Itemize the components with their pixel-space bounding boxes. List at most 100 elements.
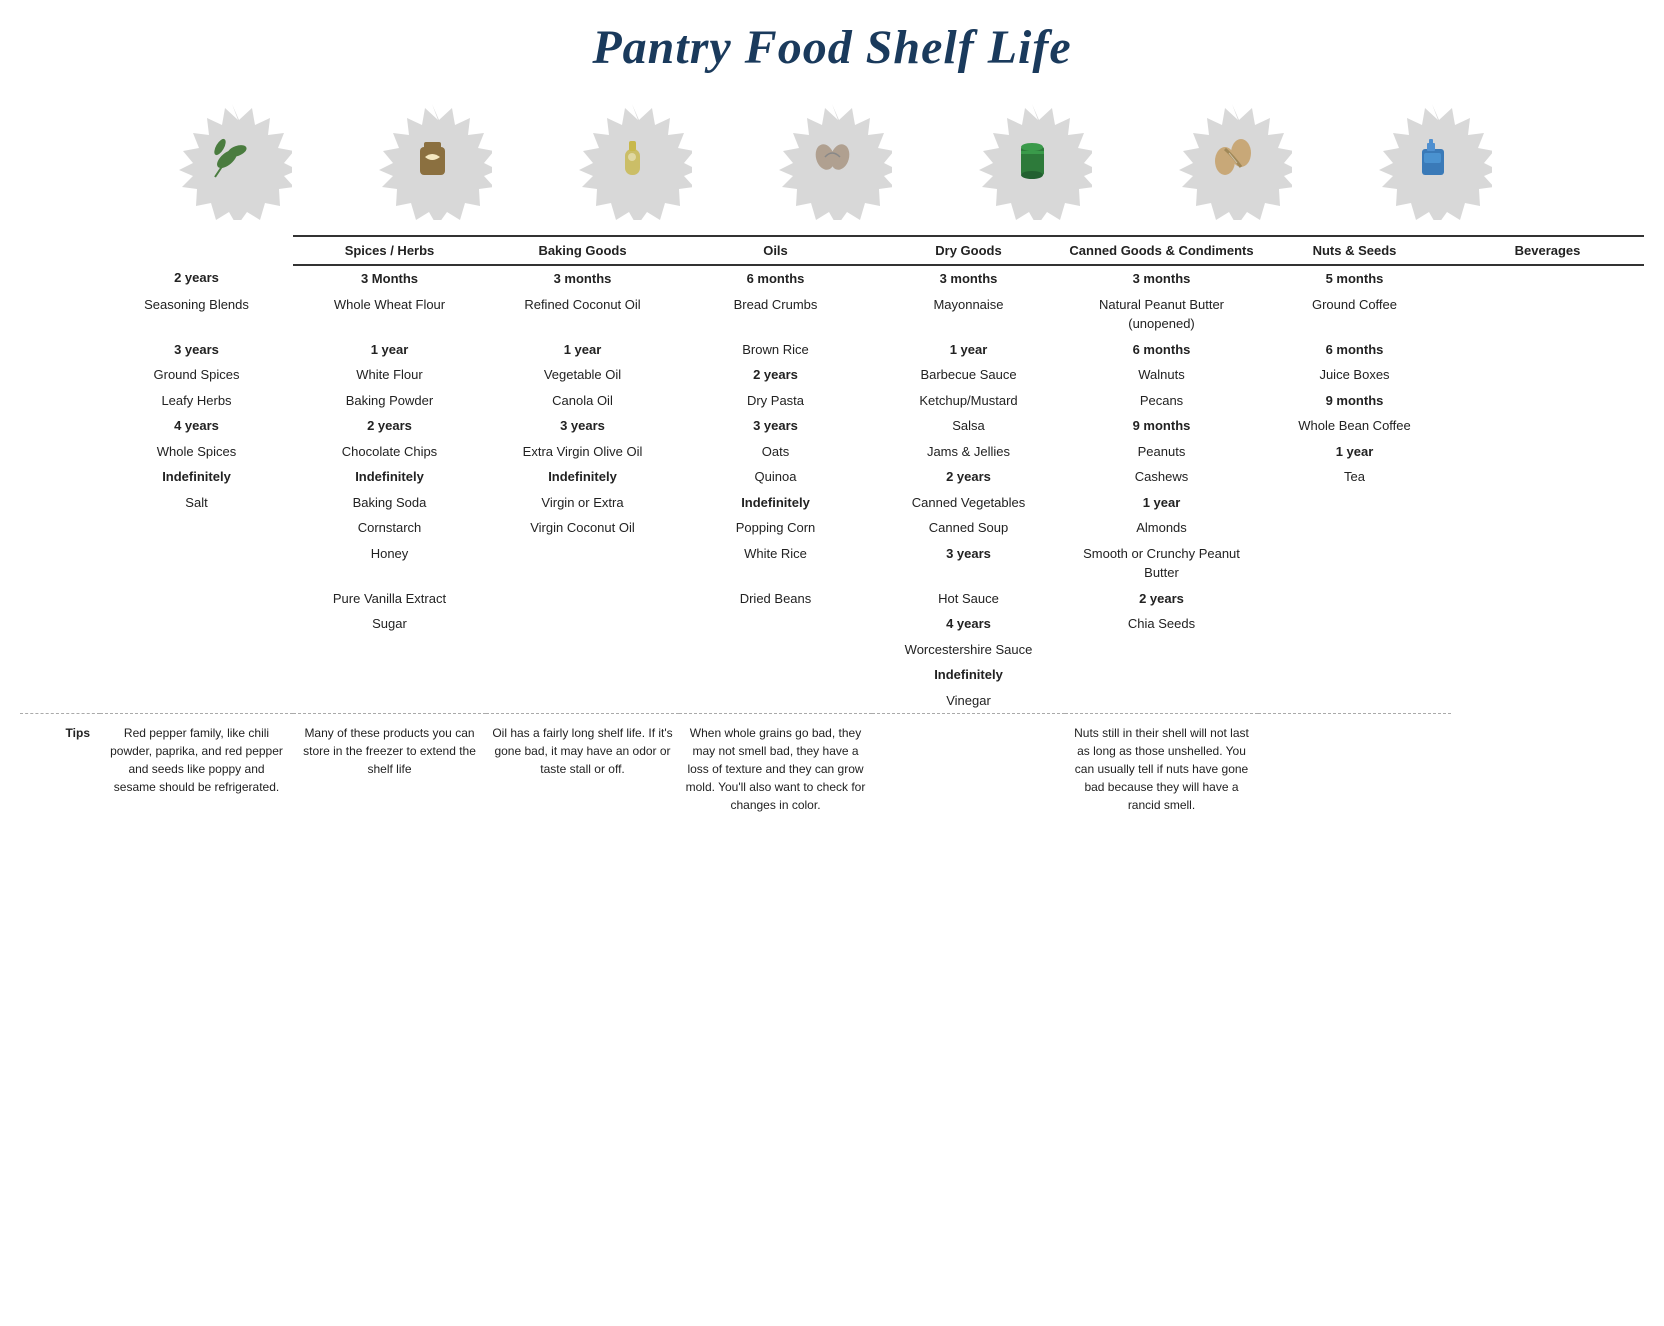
- row-label-empty: [20, 515, 100, 541]
- tips-spices: Red pepper family, like chili powder, pa…: [100, 714, 293, 818]
- cell-beverages-row-5: Whole Bean Coffee: [1258, 413, 1451, 439]
- cell-spices-row-11: [100, 586, 293, 612]
- row-label-empty: [20, 688, 100, 714]
- cell-spices-row-13: [100, 637, 293, 663]
- cell-spices-row-1: Seasoning Blends: [100, 292, 293, 337]
- cell-nuts-row-0: 3 months: [1065, 265, 1258, 292]
- cell-nuts-row-3: Walnuts: [1065, 362, 1258, 388]
- cell-oils-row-8: Virgin or Extra: [486, 490, 679, 516]
- cell-canned-row-12: 4 years: [872, 611, 1065, 637]
- cell-spices-row-2: 3 years: [100, 337, 293, 363]
- cell-oils-row-4: Canola Oil: [486, 388, 679, 414]
- cell-dry-row-12: [679, 611, 872, 637]
- cell-beverages-row-10: [1258, 541, 1451, 586]
- header-spices: Spices / Herbs: [293, 236, 486, 265]
- row-label-empty: [20, 586, 100, 612]
- cell-spices-row-15: [100, 688, 293, 714]
- cell-dry-row-10: White Rice: [679, 541, 872, 586]
- cell-dry-row-1: Bread Crumbs: [679, 292, 872, 337]
- cell-nuts-row-8: 1 year: [1065, 490, 1258, 516]
- cell-nuts-row-9: Almonds: [1065, 515, 1258, 541]
- cell-oils-row-15: [486, 688, 679, 714]
- cell-spices-row-6: Whole Spices: [100, 439, 293, 465]
- cell-oils-row-13: [486, 637, 679, 663]
- tips-label: Tips: [20, 714, 100, 818]
- icon-cell-beverages: [1332, 95, 1532, 225]
- cell-beverages-row-15: [1258, 688, 1451, 714]
- row-label-empty: [20, 611, 100, 637]
- cell-beverages-row-12: [1258, 611, 1451, 637]
- cell-dry-row-7: Quinoa: [679, 464, 872, 490]
- table-row: Vinegar: [20, 688, 1644, 714]
- spacer-header: [20, 236, 100, 265]
- cell-oils-row-5: 3 years: [486, 413, 679, 439]
- table-row: Ground SpicesWhite FlourVegetable Oil2 y…: [20, 362, 1644, 388]
- header-canned: Canned Goods & Condiments: [1065, 236, 1258, 265]
- cell-canned-row-14: Indefinitely: [872, 662, 1065, 688]
- row-label-empty: [20, 388, 100, 414]
- cell-canned-row-10: 3 years: [872, 541, 1065, 586]
- cell-baking-row-15: [293, 688, 486, 714]
- cell-spices-row-0: 2 years: [100, 265, 293, 292]
- cell-canned-row-5: Salsa: [872, 413, 1065, 439]
- cell-spices-row-5: 4 years: [100, 413, 293, 439]
- cell-baking-row-9: Cornstarch: [293, 515, 486, 541]
- table-row: SaltBaking SodaVirgin or ExtraIndefinite…: [20, 490, 1644, 516]
- icons-row: [20, 95, 1644, 225]
- cell-beverages-row-9: [1258, 515, 1451, 541]
- header-oils: Oils: [679, 236, 872, 265]
- cell-nuts-row-14: [1065, 662, 1258, 688]
- cell-spices-row-14: [100, 662, 293, 688]
- cell-dry-row-11: Dried Beans: [679, 586, 872, 612]
- table-row: Whole SpicesChocolate ChipsExtra Virgin …: [20, 439, 1644, 465]
- cell-baking-row-1: Whole Wheat Flour: [293, 292, 486, 337]
- icon-cell-dry: [732, 95, 932, 225]
- cell-nuts-row-6: Peanuts: [1065, 439, 1258, 465]
- cell-canned-row-9: Canned Soup: [872, 515, 1065, 541]
- cell-canned-row-2: 1 year: [872, 337, 1065, 363]
- cell-oils-row-10: [486, 541, 679, 586]
- cell-spices-row-7: Indefinitely: [100, 464, 293, 490]
- cell-oils-row-7: Indefinitely: [486, 464, 679, 490]
- tips-baking: Many of these products you can store in …: [293, 714, 486, 818]
- cell-nuts-row-4: Pecans: [1065, 388, 1258, 414]
- cell-beverages-row-6: 1 year: [1258, 439, 1451, 465]
- icon-cell-baking: [332, 95, 532, 225]
- cell-oils-row-2: 1 year: [486, 337, 679, 363]
- cell-canned-row-4: Ketchup/Mustard: [872, 388, 1065, 414]
- cell-spices-row-4: Leafy Herbs: [100, 388, 293, 414]
- cell-beverages-row-7: Tea: [1258, 464, 1451, 490]
- cell-nuts-row-5: 9 months: [1065, 413, 1258, 439]
- cell-beverages-row-11: [1258, 586, 1451, 612]
- cell-canned-row-0: 3 months: [872, 265, 1065, 292]
- cell-oils-row-9: Virgin Coconut Oil: [486, 515, 679, 541]
- table-row: 3 years1 year1 yearBrown Rice1 year6 mon…: [20, 337, 1644, 363]
- cell-oils-row-3: Vegetable Oil: [486, 362, 679, 388]
- cell-baking-row-13: [293, 637, 486, 663]
- cell-dry-row-6: Oats: [679, 439, 872, 465]
- row-label-empty: [20, 464, 100, 490]
- cell-nuts-row-7: Cashews: [1065, 464, 1258, 490]
- cell-nuts-row-11: 2 years: [1065, 586, 1258, 612]
- cell-spices-row-8: Salt: [100, 490, 293, 516]
- cell-baking-row-0: 3 Months: [293, 265, 486, 292]
- cell-oils-row-11: [486, 586, 679, 612]
- tips-beverages: [1258, 714, 1451, 818]
- cell-beverages-row-4: 9 months: [1258, 388, 1451, 414]
- cell-baking-row-3: White Flour: [293, 362, 486, 388]
- tips-nuts: Nuts still in their shell will not last …: [1065, 714, 1258, 818]
- table-row: Indefinitely: [20, 662, 1644, 688]
- cell-baking-row-8: Baking Soda: [293, 490, 486, 516]
- cell-nuts-row-1: Natural Peanut Butter (unopened): [1065, 292, 1258, 337]
- tips-canned: [872, 714, 1065, 818]
- cell-nuts-row-15: [1065, 688, 1258, 714]
- tips-row: TipsRed pepper family, like chili powder…: [20, 714, 1644, 818]
- table-row: Pure Vanilla ExtractDried BeansHot Sauce…: [20, 586, 1644, 612]
- cell-baking-row-12: Sugar: [293, 611, 486, 637]
- icon-cell-spices: [132, 95, 332, 225]
- row-label-empty: [20, 541, 100, 586]
- table-row: Worcestershire Sauce: [20, 637, 1644, 663]
- tips-dry: When whole grains go bad, they may not s…: [679, 714, 872, 818]
- cell-oils-row-0: 3 months: [486, 265, 679, 292]
- cell-baking-row-5: 2 years: [293, 413, 486, 439]
